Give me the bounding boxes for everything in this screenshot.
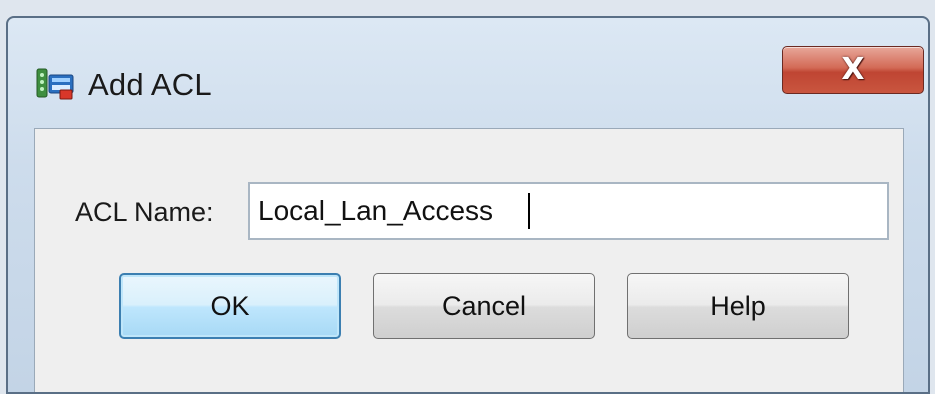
close-icon: X <box>841 52 865 87</box>
ok-button[interactable]: OK <box>119 273 341 339</box>
acl-name-input[interactable] <box>248 182 889 240</box>
close-button[interactable]: X <box>782 46 924 94</box>
add-acl-dialog: Add ACL X ACL Name: OK Cancel Help <box>6 16 930 394</box>
text-caret <box>528 193 530 229</box>
title-bar[interactable]: Add ACL X <box>8 18 928 122</box>
help-button[interactable]: Help <box>627 273 849 339</box>
network-acl-icon <box>36 66 74 100</box>
acl-name-label: ACL Name: <box>75 197 214 227</box>
cancel-button[interactable]: Cancel <box>373 273 595 339</box>
dialog-title: Add ACL <box>88 67 212 102</box>
dialog-body: ACL Name: OK Cancel Help <box>34 128 904 392</box>
